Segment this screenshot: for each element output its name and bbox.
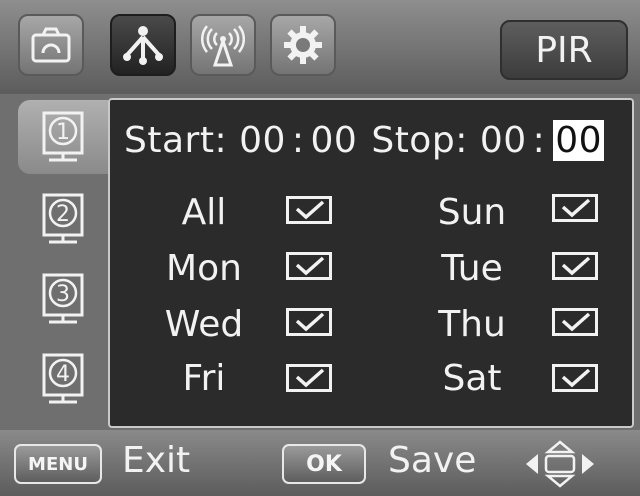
tab-settings[interactable]: [270, 14, 336, 76]
slot-3-number: 3: [56, 282, 70, 307]
slot-2-icon: 2: [42, 193, 84, 244]
navigation-arrows-icon: [526, 440, 594, 488]
wireless-signal-icon: [201, 25, 245, 67]
menu-key-button[interactable]: MENU: [14, 444, 102, 484]
start-minute-field[interactable]: 00: [311, 120, 358, 161]
start-time-separator: :: [291, 119, 305, 161]
start-hour-field[interactable]: 00: [239, 120, 286, 161]
checkmark-icon: [561, 368, 591, 388]
day-label-thu: Thu: [438, 304, 506, 345]
checkbox-fri[interactable]: [286, 364, 332, 392]
checkmark-icon: [295, 368, 325, 388]
checkbox-tue[interactable]: [552, 252, 598, 280]
slot-1-icon: 1: [42, 111, 84, 162]
ok-key-button[interactable]: OK: [282, 444, 366, 484]
day-label-all: All: [181, 192, 227, 233]
gear-icon: [284, 26, 322, 64]
slot-3[interactable]: 3: [18, 262, 108, 336]
pir-sensor-icon: [123, 26, 163, 65]
checkbox-sat[interactable]: [552, 364, 598, 392]
checkbox-sun[interactable]: [552, 194, 598, 222]
stop-time-separator: :: [532, 119, 546, 161]
slot-1-number: 1: [56, 120, 70, 145]
slot-3-icon: 3: [42, 273, 84, 324]
top-toolbar: PIR: [0, 0, 640, 94]
tab-pir[interactable]: [110, 14, 176, 76]
day-label-fri: Fri: [182, 358, 226, 399]
slot-1[interactable]: 1: [18, 100, 108, 174]
bottom-key-hints: MENU Exit OK Save: [0, 430, 640, 496]
checkmark-icon: [295, 312, 325, 332]
checkbox-thu[interactable]: [552, 308, 598, 336]
checkbox-wed[interactable]: [286, 308, 332, 336]
day-label-tue: Tue: [441, 248, 503, 289]
day-label-sun: Sun: [437, 192, 507, 233]
stop-hour-field[interactable]: 00: [480, 120, 527, 161]
stop-label: Stop:: [371, 119, 468, 161]
slot-2-number: 2: [56, 202, 70, 227]
checkbox-mon[interactable]: [286, 252, 332, 280]
mode-label: PIR: [500, 20, 628, 80]
slot-2[interactable]: 2: [18, 182, 108, 256]
schedule-panel: Start: 00 : 00 Stop: 00 : 00 All Mon Wed…: [108, 98, 634, 428]
camera-icon: [31, 27, 71, 63]
tab-wireless[interactable]: [190, 14, 256, 76]
time-range-row: Start: 00 : 00 Stop: 00 : 00: [124, 114, 605, 166]
tab-camera[interactable]: [18, 14, 84, 76]
slot-4-icon: 4: [42, 353, 84, 404]
day-label-mon: Mon: [166, 248, 242, 289]
save-label: Save: [388, 440, 477, 481]
day-label-wed: Wed: [164, 304, 244, 345]
exit-label: Exit: [122, 440, 191, 481]
day-label-sat: Sat: [442, 358, 502, 399]
checkmark-icon: [561, 198, 591, 218]
checkmark-icon: [295, 256, 325, 276]
stop-minute-field[interactable]: 00: [553, 119, 605, 161]
checkmark-icon: [295, 200, 325, 220]
checkbox-all[interactable]: [286, 196, 332, 224]
start-label: Start:: [124, 119, 228, 161]
schedule-slot-sidebar: 1 2 3 4: [0, 94, 108, 430]
slot-4[interactable]: 4: [18, 342, 108, 416]
checkmark-icon: [561, 256, 591, 276]
checkmark-icon: [561, 312, 591, 332]
slot-4-number: 4: [56, 362, 70, 387]
